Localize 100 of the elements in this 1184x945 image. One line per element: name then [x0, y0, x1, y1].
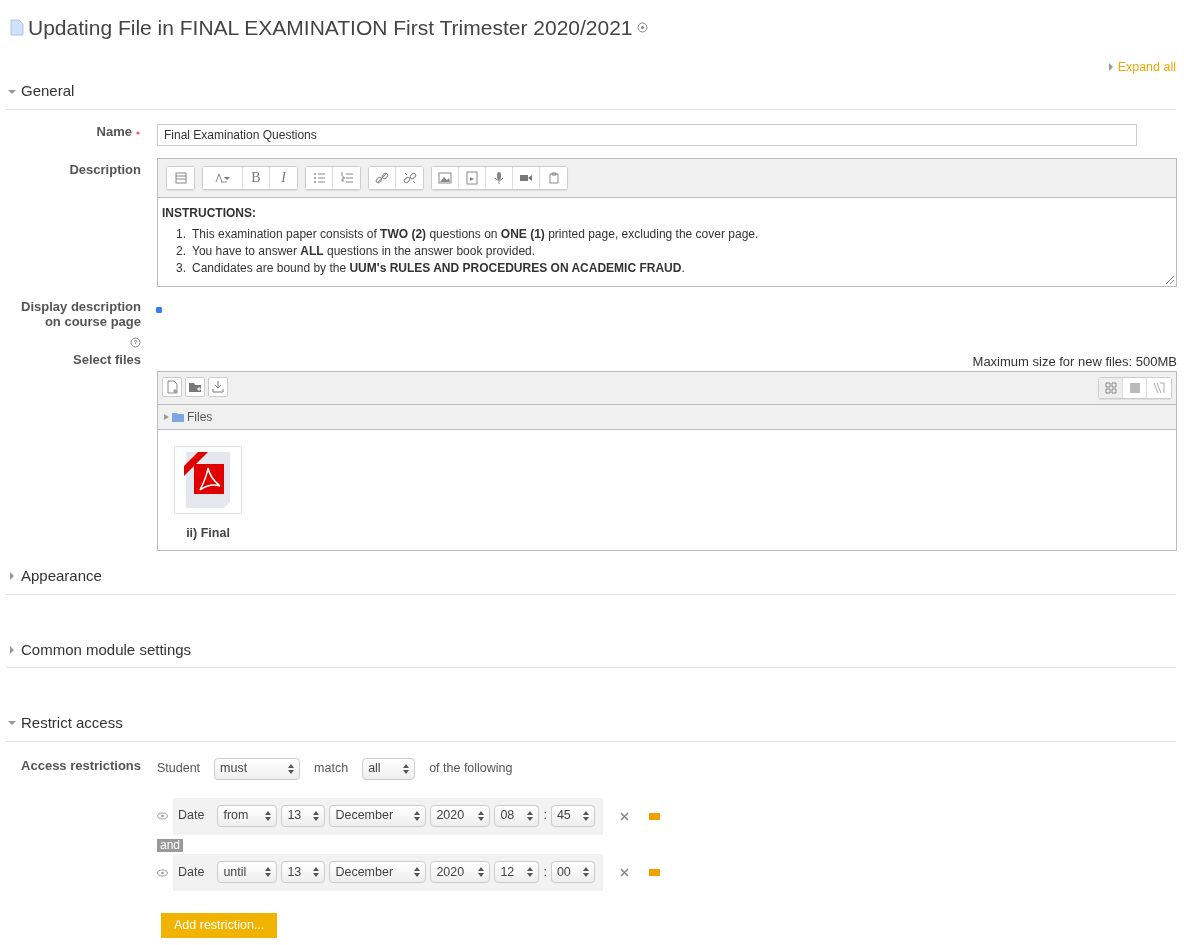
instruction-item: Candidates are bound by the UUM's RULES AND PROCEDURES ON ACADEMIC FRAUD.: [192, 259, 685, 277]
download-button[interactable]: [208, 377, 228, 398]
caret-icon: [164, 414, 169, 421]
instruction-item: This examination paper consists of TWO (2) questions on ONE (1) printed page, excluding the cover page.: [192, 226, 759, 243]
add-folder-button[interactable]: [185, 377, 205, 398]
time-separator: :: [543, 807, 547, 825]
dropdown[interactable]: 45: [550, 804, 595, 827]
dropdown[interactable]: 00: [550, 861, 595, 884]
folder-icon: [172, 412, 184, 423]
section-toggle[interactable]: Common module settings: [8, 638, 192, 662]
page-title: Updating File in FINAL EXAMINATION First Trimester 2020/2021: [28, 15, 633, 41]
list-view-button[interactable]: [1123, 378, 1147, 399]
italic-button[interactable]: I: [270, 166, 297, 189]
numbered-list-button[interactable]: [333, 166, 360, 189]
dropdown[interactable]: 08: [494, 804, 540, 827]
connector-label: and: [157, 838, 184, 852]
add-file-icon: [165, 380, 179, 395]
dropdown[interactable]: 2020: [430, 804, 491, 827]
bold-button[interactable]: B: [243, 166, 270, 189]
updown-arrow-icon: [265, 810, 272, 821]
updown-arrow-icon: [265, 867, 272, 878]
icon-view-button[interactable]: [1099, 378, 1123, 399]
clipboard-icon: [546, 170, 561, 185]
resize-handle-icon: [1166, 275, 1174, 284]
image-icon: [438, 170, 452, 185]
folder-link[interactable]: Files: [187, 408, 213, 427]
caret-icon: [1107, 62, 1114, 71]
eye-icon[interactable]: [157, 812, 168, 821]
updown-arrow-icon: [478, 867, 485, 878]
updown-arrow-icon: [527, 867, 534, 878]
table-button[interactable]: [167, 166, 194, 189]
list-number: 2.: [176, 242, 187, 260]
max-size-text: Maximum size for new files: 500MB: [972, 352, 1177, 371]
list-number: 3.: [176, 259, 187, 277]
field-label: Display description on course page: [21, 298, 141, 330]
dropdown[interactable]: all: [362, 757, 416, 780]
updown-arrow-icon: [582, 810, 589, 821]
updown-arrow-icon: [478, 810, 485, 821]
microphone-icon: [492, 170, 506, 185]
icon-view-icon: [1103, 381, 1118, 396]
add-folder-icon: [188, 380, 202, 395]
media-button[interactable]: [459, 166, 486, 189]
close-icon[interactable]: [620, 811, 629, 821]
instruction-item: You have to answer ALL questions in the answer book provided.: [192, 242, 536, 260]
time-separator: :: [543, 863, 547, 881]
link-icon: [375, 170, 389, 185]
dropdown[interactable]: until: [217, 861, 278, 884]
updown-arrow-icon: [288, 763, 295, 774]
list-number: 1.: [176, 226, 187, 243]
tree-view-button[interactable]: [1147, 378, 1171, 399]
dropdown[interactable]: 2020: [430, 861, 491, 884]
numbered-list-icon: [339, 170, 354, 185]
video-camera-button[interactable]: [513, 166, 540, 189]
field-label: Select files: [73, 351, 141, 367]
dropdown[interactable]: December: [329, 804, 427, 827]
field-label: Description: [69, 161, 141, 177]
dropdown[interactable]: 13: [281, 804, 326, 827]
dropdown[interactable]: from: [217, 804, 278, 827]
download-icon: [211, 380, 225, 395]
updown-arrow-icon: [582, 867, 589, 878]
tree-view-icon: [1152, 381, 1166, 396]
bullet-list-button[interactable]: [306, 166, 333, 189]
font-size-button[interactable]: [203, 166, 243, 189]
file-thumbnail[interactable]: [174, 446, 242, 515]
updown-arrow-icon: [313, 867, 320, 878]
dropdown[interactable]: December: [329, 861, 427, 884]
file-name[interactable]: ii) Final: [186, 524, 230, 543]
microphone-button[interactable]: [486, 166, 513, 189]
updown-arrow-icon: [313, 810, 320, 821]
clipboard-button[interactable]: [540, 166, 567, 189]
updown-arrow-icon: [403, 763, 410, 774]
media-icon: [465, 170, 479, 185]
list-view-icon: [1127, 381, 1142, 396]
checkbox[interactable]: [156, 306, 162, 313]
unlink-icon: [402, 170, 417, 185]
close-icon[interactable]: [620, 868, 629, 878]
field-label: Access restrictions: [21, 757, 141, 773]
dropdown[interactable]: 13: [281, 861, 326, 884]
link-button[interactable]: [369, 166, 396, 189]
updown-arrow-icon: [414, 867, 421, 878]
following-label: of the following: [429, 760, 513, 778]
name-field[interactable]: Final Examination Questions: [157, 123, 1137, 146]
dropdown[interactable]: must: [214, 757, 301, 780]
unlink-button[interactable]: [396, 166, 423, 189]
match-label: match: [314, 760, 349, 778]
updown-arrow-icon: [414, 810, 421, 821]
condition-type: Date: [178, 863, 205, 881]
updown-arrow-icon: [527, 810, 534, 821]
dropdown[interactable]: 12: [494, 861, 540, 884]
add-file-button[interactable]: [162, 377, 182, 398]
student-label: Student: [157, 760, 201, 778]
condition-type: Date: [178, 807, 205, 825]
section-toggle[interactable]: General: [8, 80, 75, 103]
section-toggle[interactable]: Restrict access: [8, 712, 123, 735]
bullet-list-icon: [312, 170, 326, 185]
table-icon: [173, 170, 188, 185]
image-button[interactable]: [432, 166, 459, 189]
field-label: Name: [96, 123, 132, 139]
eye-icon[interactable]: [157, 868, 168, 877]
section-toggle[interactable]: Appearance: [8, 565, 102, 588]
